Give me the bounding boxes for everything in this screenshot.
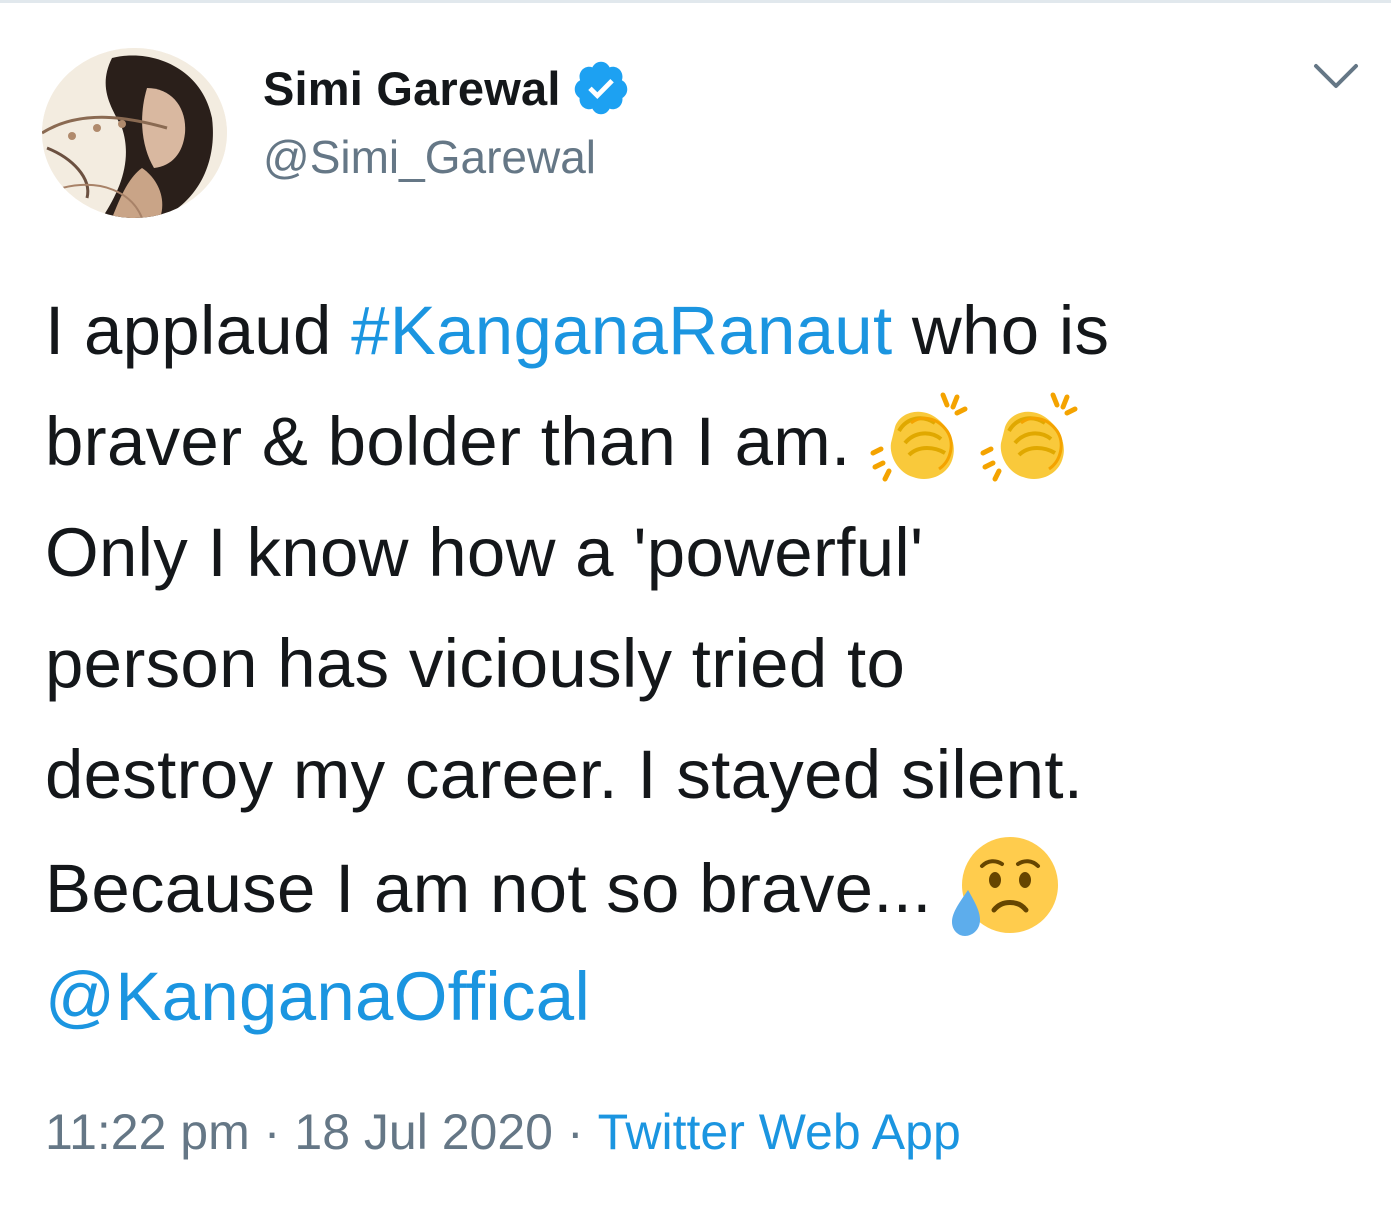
tweet-source-link[interactable]: Twitter Web App — [598, 1104, 961, 1160]
tweet-line-1: I applaud #KanganaRanaut who is — [45, 275, 1365, 386]
tweet-line-2: braver & bolder than I am. — [45, 386, 1365, 497]
author-block[interactable]: Simi Garewal @Simi_Garewal — [263, 58, 631, 184]
tweet-text-segment: I applaud — [45, 292, 352, 369]
tweet-text-segment: who is — [892, 292, 1110, 369]
clapping-hands-icon — [865, 387, 969, 487]
meta-separator: · — [263, 1104, 281, 1160]
mention-link[interactable]: @KanganaOffical — [45, 958, 590, 1035]
tweet: Simi Garewal @Simi_Garewal I applaud #Ka… — [0, 0, 1391, 1223]
verified-badge-icon — [571, 58, 631, 118]
tweet-line-6: Because I am not so brave... — [45, 830, 1365, 941]
tweet-meta: 11:22 pm · 18 Jul 2020 · Twitter Web App — [45, 1103, 961, 1161]
tweet-line-5: destroy my career. I stayed silent. — [45, 736, 1084, 813]
meta-separator: · — [566, 1104, 584, 1160]
clapping-hands-icon — [975, 387, 1079, 487]
avatar-portrait-icon — [42, 48, 227, 218]
display-name[interactable]: Simi Garewal — [263, 61, 561, 116]
sad-but-relieved-face-icon — [950, 830, 1060, 940]
user-handle[interactable]: @Simi_Garewal — [263, 130, 631, 184]
tweet-line-3: Only I know how a 'powerful' — [45, 514, 924, 591]
tweet-text: I applaud #KanganaRanaut who is braver &… — [45, 275, 1365, 1052]
tweet-time[interactable]: 11:22 pm — [45, 1104, 250, 1160]
hashtag-link[interactable]: #KanganaRanaut — [351, 292, 892, 369]
tweet-text-segment: Because I am not so brave... — [45, 850, 932, 927]
tweet-text-segment: braver & bolder than I am. — [45, 403, 851, 480]
tweet-line-4: person has viciously tried to — [45, 625, 906, 702]
chevron-down-icon[interactable] — [1313, 62, 1359, 92]
avatar[interactable] — [42, 48, 227, 218]
tweet-date[interactable]: 18 Jul 2020 — [294, 1104, 553, 1160]
tweet-line-7: @KanganaOffical — [45, 941, 1365, 1052]
name-row: Simi Garewal — [263, 58, 631, 118]
